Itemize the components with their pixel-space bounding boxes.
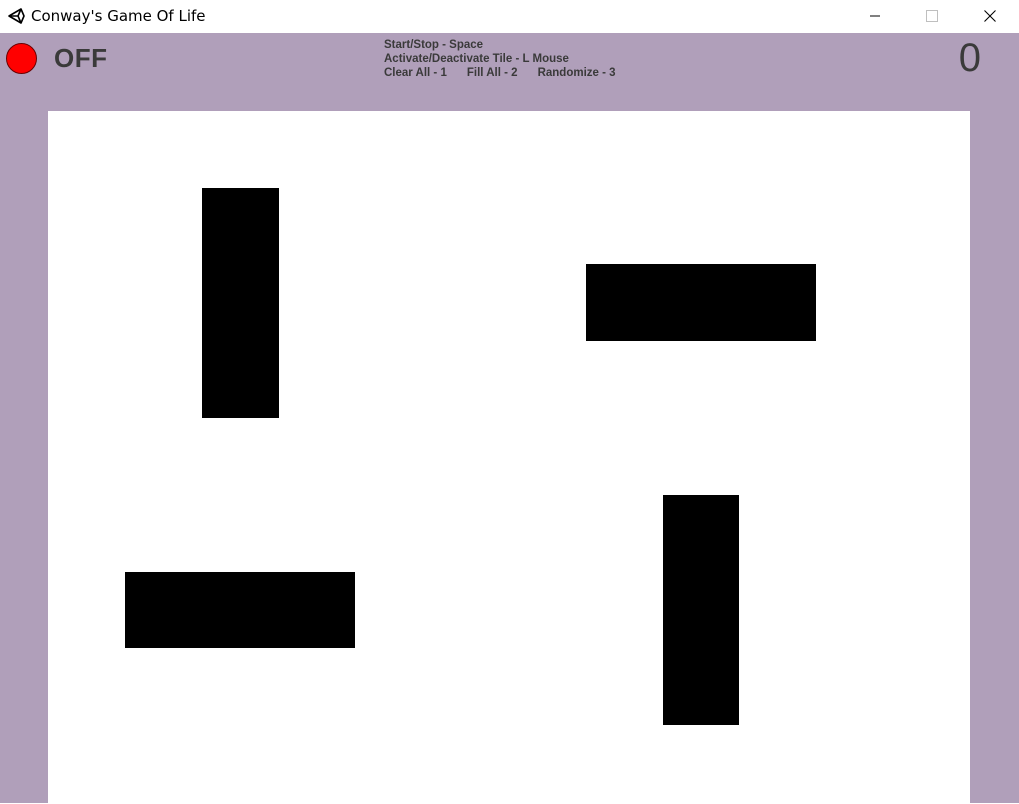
window-title-bar: Conway's Game Of Life (0, 0, 1019, 33)
life-grid[interactable] (48, 111, 970, 803)
live-cells-horizontal-right[interactable] (586, 264, 816, 341)
maximize-icon (926, 9, 938, 22)
window-title: Conway's Game Of Life (31, 7, 206, 25)
help-fill-all: Fill All - 2 (466, 67, 518, 79)
minimize-button[interactable] (846, 0, 904, 31)
help-start-stop: Start/Stop - Space (384, 39, 484, 51)
live-cells-vertical-right[interactable] (663, 495, 739, 725)
game-canvas: OFF Start/Stop - Space Activate/Deactiva… (0, 33, 1019, 803)
help-shortcuts: Clear All - 1 Fill All - 2 Randomize - 3 (384, 66, 636, 80)
status-label: OFF (54, 43, 108, 73)
maximize-button[interactable] (903, 0, 961, 31)
live-cells-vertical-left[interactable] (202, 188, 279, 418)
controls-help: Start/Stop - Space Activate/Deactivate T… (384, 38, 636, 80)
live-cells-horizontal-left[interactable] (125, 572, 355, 648)
unity-icon (8, 8, 25, 24)
help-randomize: Randomize - 3 (537, 67, 616, 79)
close-icon (984, 9, 996, 22)
generation-counter: 0 (958, 36, 981, 80)
minimize-icon (870, 15, 880, 16)
close-button[interactable] (961, 0, 1019, 31)
status-indicator-icon (6, 43, 37, 74)
help-toggle-tile: Activate/Deactivate Tile - L Mouse (384, 53, 569, 65)
help-clear-all: Clear All - 1 (384, 67, 447, 79)
